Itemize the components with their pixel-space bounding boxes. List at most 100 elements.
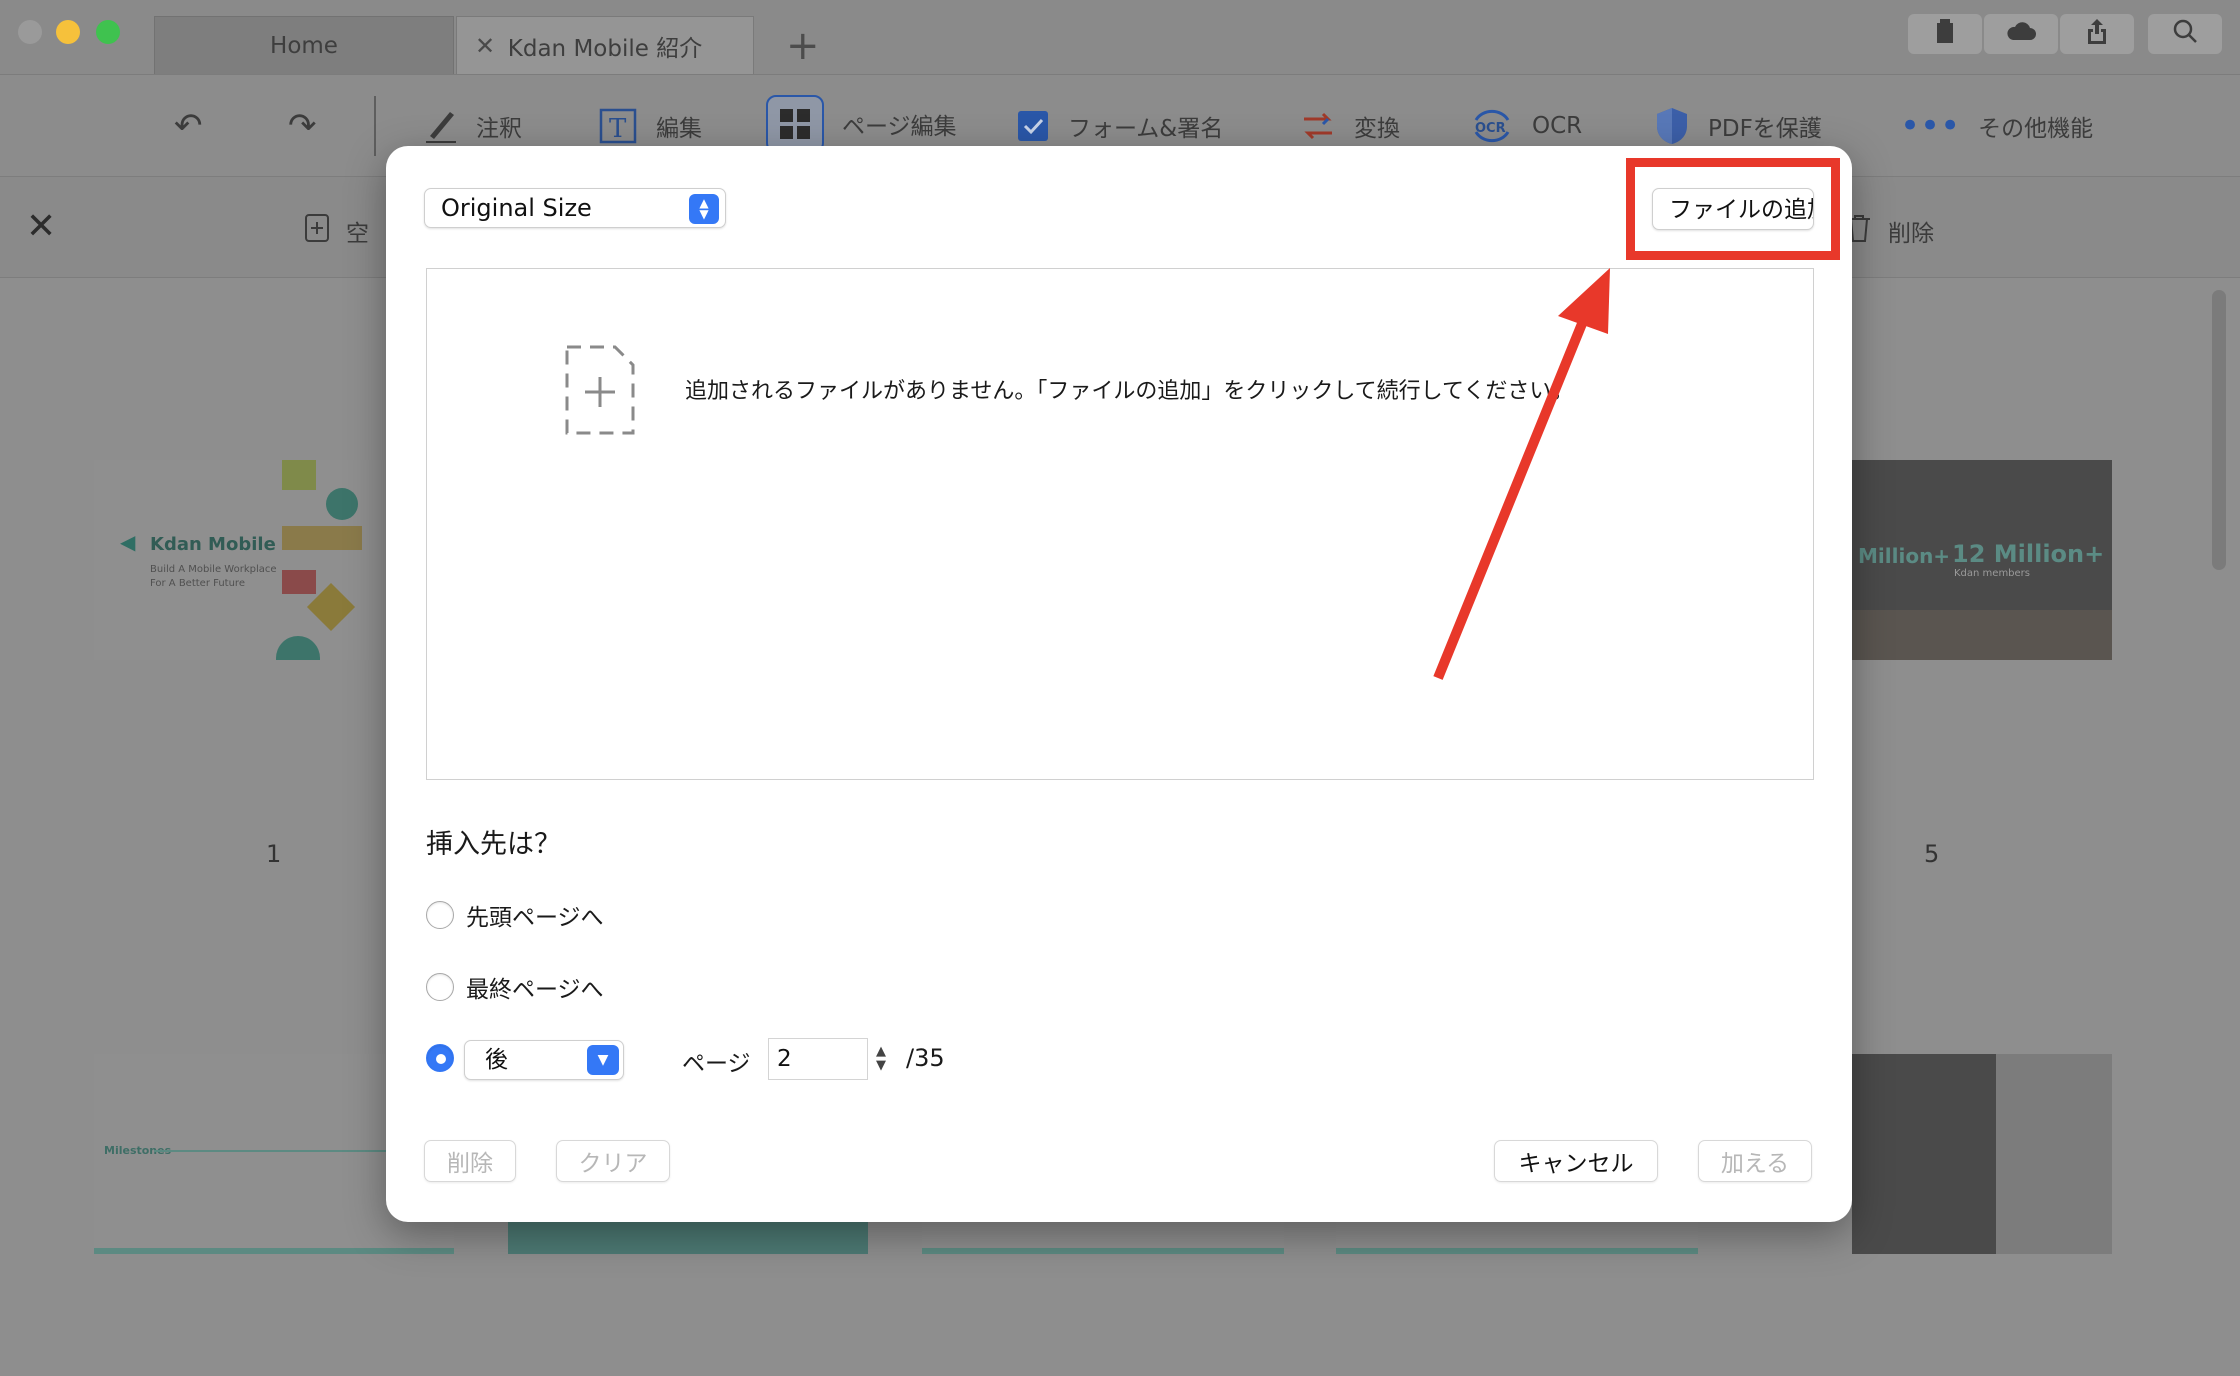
text-edit-icon: T [598,107,638,145]
shield-icon [1654,106,1690,146]
tool-more[interactable]: ••• その他機能 [1900,103,2093,149]
pen-icon [424,108,458,144]
bookmark-icon [1935,18,1955,50]
select-stepper-icon: ▲ ▼ [689,194,719,224]
tool-protect-label: PDFを保護 [1708,116,1822,142]
option-first-label: 先頭ページへ [466,905,604,931]
thumb10-photo [1996,1054,2112,1254]
add-tab-button[interactable]: + [786,26,820,66]
page-total: /35 [906,1044,945,1072]
insert-blank-button[interactable]: 空 [304,213,369,249]
radio-last-page[interactable] [426,973,454,1001]
thumb-bottom-bar [1336,1248,1698,1254]
toolbar-divider [374,96,376,156]
thumb5-stat1: Million+ [1858,544,1951,568]
page-scrollbar[interactable] [2212,290,2226,570]
tool-annotate[interactable]: 注釈 [424,103,522,149]
thumb5-caption: Kdan members [1954,568,2031,579]
tool-ocr[interactable]: OCR OCR [1470,103,1582,149]
thumb-bottom-bar [94,1248,454,1254]
checkbox-icon [1016,109,1050,143]
convert-icon [1300,109,1336,143]
stepper-down-icon[interactable]: ▼ [876,1059,886,1073]
window-close-button[interactable] [18,20,42,44]
tab-kdan-mobile[interactable]: ✕ Kdan Mobile 紹介 [456,16,754,74]
stepper-up-icon[interactable]: ▲ [876,1045,886,1059]
tool-page-edit[interactable]: ページ編集 [766,95,957,153]
add-button[interactable]: 加える [1698,1140,1812,1182]
cloud-button[interactable] [1984,14,2058,54]
thumb1-title: Kdan Mobile [150,534,276,555]
window-maximize-button[interactable] [96,20,120,44]
tool-page-edit-label: ページ編集 [842,114,957,140]
tab-close-icon[interactable]: ✕ [475,32,495,60]
svg-text:T: T [609,114,627,144]
cloud-icon [2005,20,2037,48]
position-select-value: 後 [485,1047,508,1073]
tab-home[interactable]: Home [154,16,454,74]
page-size-select[interactable]: Original Size ▲ ▼ [424,188,726,228]
page-thumbnail-5[interactable]: Million+ 12 Million+ Kdan members [1852,460,2112,660]
page-number-input[interactable]: 2 [768,1038,868,1080]
thumb1-shape [326,488,358,520]
tool-protect[interactable]: PDFを保護 [1654,103,1822,149]
redo-button[interactable]: ↷ [288,103,317,149]
ocr-icon: OCR [1470,106,1514,146]
option-last-page[interactable]: 最終ページへ [426,970,604,1004]
tool-form-sign[interactable]: フォーム&署名 [1016,103,1223,149]
thumb1-shape [276,636,320,660]
thumb1-shape [282,570,316,594]
tool-ocr-label: OCR [1532,113,1583,139]
redo-icon: ↷ [288,106,317,146]
search-button[interactable] [2148,14,2222,54]
thumb1-shape [282,460,316,490]
thumb5-stat2: 12 Million+ [1952,540,2105,568]
tool-edit-label: 編集 [656,116,702,142]
more-icon: ••• [1900,106,1961,146]
option-after-page[interactable] [426,1044,454,1072]
red-arrow-annotation [1433,268,1610,680]
page-grid-icon [766,95,824,153]
window-minimize-button[interactable] [56,20,80,44]
page-thumbnail-10[interactable] [1852,1054,2112,1254]
undo-icon: ↶ [174,106,203,146]
thumb1-sub1: Build A Mobile Workplace [150,564,277,575]
tool-convert-label: 変換 [1354,116,1400,142]
undo-button[interactable]: ↶ [174,103,203,149]
option-last-label: 最終ページへ [466,977,604,1003]
thumb1-sub2: For A Better Future [150,578,245,589]
share-button[interactable] [2060,14,2134,54]
tool-form-sign-label: フォーム&署名 [1068,116,1224,142]
tool-more-label: その他機能 [1978,116,2094,142]
delete-page-button[interactable]: 削除 [1846,213,1934,249]
thumb5-stage [1852,610,2112,660]
page-number-5: 5 [1924,840,1940,868]
add-file-button[interactable]: ファイルの追加 [1652,188,1814,230]
thumb1-shape [282,526,362,550]
page-number-stepper[interactable]: ▲ ▼ [870,1038,892,1080]
kdan-logo-icon: ◀ [120,530,136,554]
add-file-icon [565,345,635,435]
option-first-page[interactable]: 先頭ページへ [426,898,604,932]
page-number-1: 1 [266,840,282,868]
radio-after-page[interactable] [426,1044,454,1072]
radio-first-page[interactable] [426,901,454,929]
tool-annotate-label: 注釈 [476,116,522,142]
chevron-down-icon: ▼ [587,1045,619,1075]
delete-button[interactable]: 削除 [424,1140,516,1182]
insert-position-title: 挿入先は？ [426,829,561,860]
thumb-bottom-bar [922,1248,1284,1254]
cancel-button[interactable]: キャンセル [1494,1140,1658,1182]
add-page-icon [304,213,330,249]
tool-convert[interactable]: 変換 [1300,103,1400,149]
share-icon [2086,18,2108,50]
tool-edit[interactable]: T 編集 [598,103,702,149]
bookmark-button[interactable] [1908,14,1982,54]
close-page-edit-icon[interactable]: ✕ [26,209,56,245]
page-size-value: Original Size [441,194,592,222]
position-select[interactable]: 後 ▼ [464,1040,624,1080]
svg-text:OCR: OCR [1475,121,1506,136]
page-label: ページ [682,1051,751,1077]
tab-kdan-label: Kdan Mobile 紹介 [507,35,703,62]
clear-button[interactable]: クリア [556,1140,670,1182]
